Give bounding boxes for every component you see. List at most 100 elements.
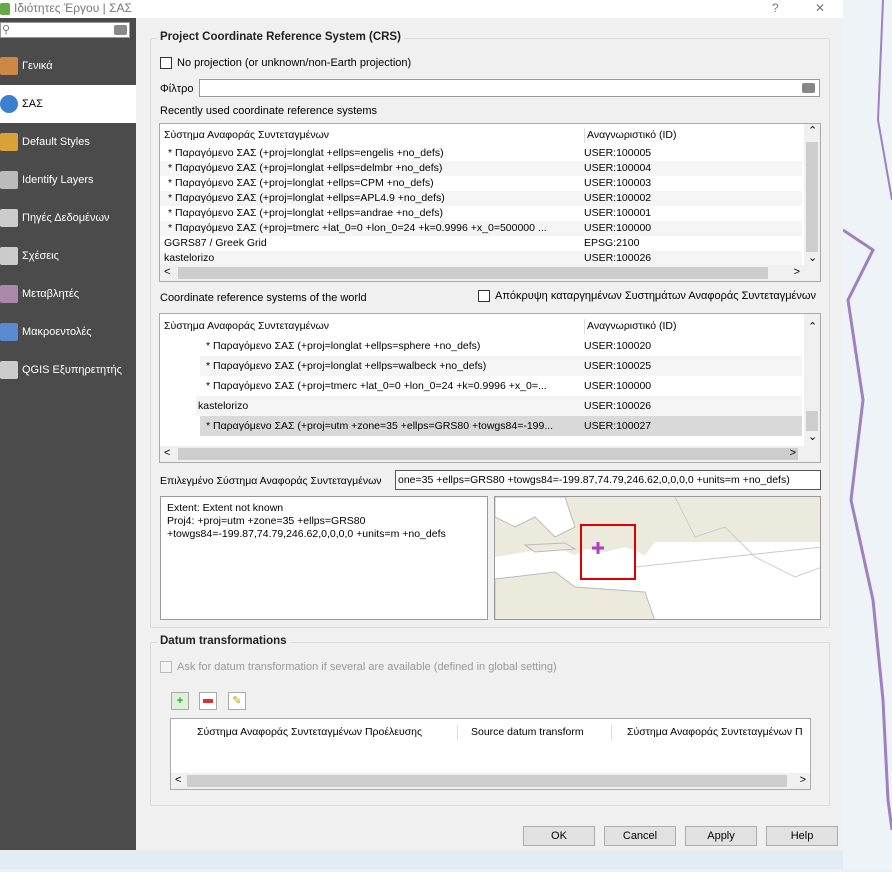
crs-id: USER:100026 [584, 252, 652, 264]
cancel-button[interactable]: Cancel [604, 826, 676, 846]
horizontal-scrollbar[interactable]: < > [160, 265, 820, 281]
help-title-button[interactable]: ? [772, 1, 779, 15]
sidebar-item-8[interactable]: QGIS Εξυπηρετητής [0, 351, 136, 389]
no-projection-checkbox[interactable]: No projection (or unknown/non-Earth proj… [160, 57, 412, 70]
sidebar-item-label: Γενικά [22, 60, 53, 72]
ok-button[interactable]: OK [523, 826, 595, 846]
crs-id: USER:100000 [584, 379, 652, 392]
map-canvas-background [842, 0, 892, 869]
remove-transform-button[interactable] [199, 692, 217, 710]
column-header-id[interactable]: Αναγνωριστικό (ID) [584, 128, 676, 143]
crs-id: USER:100020 [584, 339, 652, 352]
sidebar-item-label: Πηγές Δεδομένων [22, 212, 110, 224]
column-header-dest-crs[interactable]: Σύστημα Αναφοράς Συντεταγμένων Π [611, 725, 803, 740]
sidebar-search-input[interactable]: ⚲ [0, 22, 130, 38]
crs-name: * Παραγόμενο ΣΑΣ (+proj=longlat +ellps=a… [168, 207, 444, 219]
table-icon [0, 209, 18, 227]
sidebar: ⚲ Γενικά ΣΑΣ Default Styles Identify Layers… [0, 18, 136, 850]
datum-group-title: Datum transformations [157, 635, 290, 647]
table-row[interactable] [196, 396, 802, 416]
crs-id: USER:100002 [584, 192, 652, 204]
no-projection-label: No projection (or unknown/non-Earth proj… [177, 57, 412, 69]
sidebar-item-4[interactable]: Πηγές Δεδομένων [0, 199, 136, 237]
sidebar-item-7[interactable]: Μακροεντολές [0, 313, 136, 351]
crs-name: kastelorizo [198, 399, 249, 412]
brush-icon [0, 133, 18, 151]
help-button[interactable]: Help [766, 826, 838, 846]
proj4-text-cont: +towgs84=-199.87,74.79,246.62,0,0,0,0 +u… [167, 528, 446, 540]
sidebar-item-3[interactable]: Identify Layers [0, 161, 136, 199]
crs-id: EPSG:2100 [584, 237, 640, 249]
search-icon: ⚲ [2, 24, 11, 36]
title-bar: Ιδιότητες Έργου | ΣΑΣ ? ✕ [0, 0, 843, 18]
variable-icon [0, 285, 18, 303]
ask-datum-label: Ask for datum transformation if several … [177, 661, 557, 673]
sidebar-item-0[interactable]: Γενικά [0, 47, 136, 85]
crs-id: USER:100004 [584, 162, 652, 174]
horizontal-scrollbar[interactable]: < > [171, 773, 810, 789]
edit-transform-button[interactable]: ✎ [228, 692, 246, 710]
world-label: Coordinate reference systems of the worl… [160, 292, 367, 304]
add-transform-button[interactable]: + [171, 692, 189, 710]
crs-id: USER:100001 [584, 207, 652, 219]
vertical-scrollbar[interactable]: ⌃ ⌄ [804, 314, 820, 447]
sidebar-item-5[interactable]: Σχέσεις [0, 237, 136, 275]
pencil-icon: ✎ [232, 695, 242, 707]
recent-label: Recently used coordinate reference syste… [160, 105, 378, 117]
column-header-id[interactable]: Αναγνωριστικό (ID) [584, 319, 676, 334]
proj4-text: Proj4: +proj=utm +zone=35 +ellps=GRS80 [167, 515, 366, 527]
sidebar-item-1[interactable]: ΣΑΣ [0, 85, 136, 123]
crs-id: USER:100026 [584, 399, 652, 412]
crs-group-title: Project Coordinate Reference System (CRS… [157, 31, 404, 43]
table-row[interactable] [160, 251, 802, 266]
column-header-crs[interactable]: Σύστημα Αναφοράς Συντεταγμένων [164, 128, 329, 143]
minus-icon [203, 699, 213, 703]
sidebar-item-label: QGIS Εξυπηρετητής [22, 364, 122, 376]
recent-crs-table: kastelorizo USER:100026 GGRS87 / Greek Gri… [159, 123, 821, 282]
window-title: Ιδιότητες Έργου | ΣΑΣ [14, 1, 132, 15]
sidebar-item-6[interactable]: Μεταβλητές [0, 275, 136, 313]
crs-id: USER:100003 [584, 177, 652, 189]
crs-id: USER:100005 [584, 147, 652, 159]
crs-name: * Παραγόμενο ΣΑΣ (+proj=longlat +ellps=w… [206, 359, 487, 372]
crs-id: USER:100025 [584, 359, 652, 372]
server-icon [0, 361, 18, 379]
sidebar-item-label: Μακροεντολές [22, 326, 92, 338]
vertical-scrollbar[interactable]: ⌃ ⌄ [804, 124, 820, 266]
globe-icon [0, 95, 18, 113]
sidebar-item-2[interactable]: Default Styles [0, 123, 136, 161]
selected-crs-label: Επιλεγμένο Σύστημα Αναφοράς Συντεταγμένω… [160, 475, 382, 487]
plus-icon: + [176, 695, 184, 707]
sidebar-item-label: Σχέσεις [22, 250, 59, 262]
crs-name: * Παραγόμενο ΣΑΣ (+proj=longlat +ellps=A… [168, 192, 445, 204]
hide-deprecated-checkbox[interactable]: Απόκρυψη καταργημένων Συστημάτων Αναφορά… [478, 290, 817, 303]
column-header-source-datum[interactable]: Source datum transform [457, 725, 584, 740]
crs-name: * Παραγόμενο ΣΑΣ (+proj=utm +zone=35 +el… [206, 419, 554, 432]
sidebar-item-label: Μεταβλητές [22, 288, 80, 300]
ask-datum-checkbox[interactable]: Ask for datum transformation if several … [160, 661, 557, 674]
crs-name: kastelorizo [164, 252, 215, 264]
crs-id: USER:100000 [584, 222, 652, 234]
filter-label: Φίλτρο [160, 83, 194, 95]
hide-deprecated-label: Απόκρυψη καταργημένων Συστημάτων Αναφορά… [495, 290, 817, 302]
clear-icon[interactable] [802, 83, 815, 93]
apply-button[interactable]: Apply [685, 826, 757, 846]
horizontal-scrollbar[interactable]: < > [160, 446, 820, 462]
crs-name: * Παραγόμενο ΣΑΣ (+proj=tmerc +lat_0=0 +… [206, 379, 547, 392]
column-header-source-crs[interactable]: Σύστημα Αναφοράς Συντεταγμένων Προέλευση… [197, 725, 422, 740]
macro-icon [0, 323, 18, 341]
crs-name: * Παραγόμενο ΣΑΣ (+proj=longlat +ellps=s… [206, 339, 481, 352]
column-header-crs[interactable]: Σύστημα Αναφοράς Συντεταγμένων [164, 319, 329, 334]
crs-name: * Παραγόμενο ΣΑΣ (+proj=longlat +ellps=C… [168, 177, 434, 189]
crs-name: * Παραγόμενο ΣΑΣ (+proj=longlat +ellps=e… [168, 147, 444, 159]
filter-input[interactable] [199, 79, 820, 97]
crs-name: GGRS87 / Greek Grid [164, 237, 267, 249]
crs-id: USER:100027 [584, 419, 652, 432]
world-crs-table: * Παραγόμενο ΣΑΣ (+proj=utm +zone=35 +el… [159, 313, 821, 463]
crs-preview-map [494, 496, 821, 620]
selected-crs-field[interactable]: one=35 +ellps=GRS80 +towgs84=-199.87,74.… [395, 470, 821, 490]
close-button[interactable]: ✕ [815, 1, 825, 15]
clear-icon[interactable] [114, 25, 127, 35]
hammer-icon [0, 57, 18, 75]
datum-transform-table: Σύστημα Αναφοράς Συντεταγμένων Προέλευση… [170, 718, 811, 790]
